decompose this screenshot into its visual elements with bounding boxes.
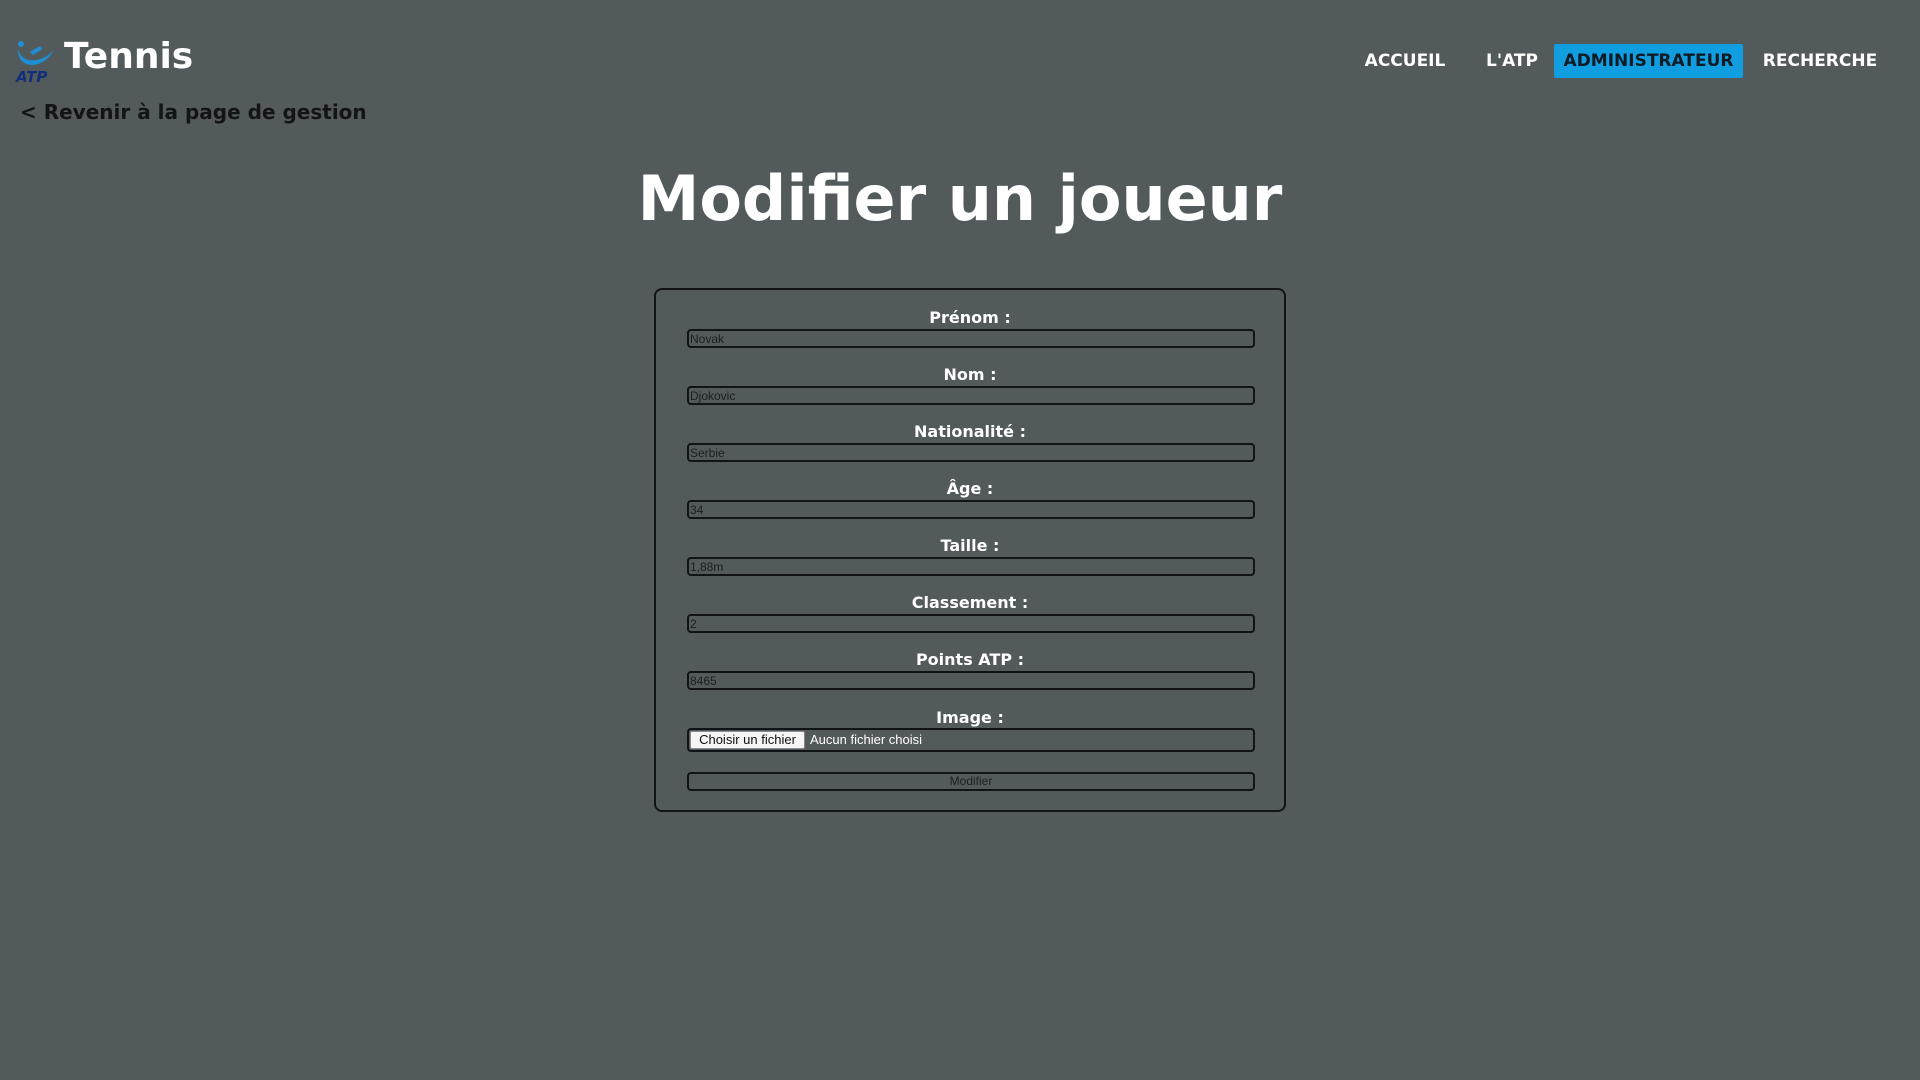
last-name-input[interactable]	[687, 386, 1255, 405]
nav-item-atp[interactable]: L'ATP	[1472, 44, 1552, 78]
nav-item-administrateur[interactable]: ADMINISTRATEUR	[1554, 44, 1743, 78]
height-input[interactable]	[687, 557, 1255, 576]
nav-item-accueil[interactable]: ACCUEIL	[1350, 44, 1460, 78]
nav-item-recherche[interactable]: RECHERCHE	[1755, 44, 1885, 78]
height-label: Taille :	[940, 536, 1000, 555]
atp-points-input[interactable]	[687, 671, 1255, 690]
image-file-input[interactable]: Choisir un fichier Aucun fichier choisi	[687, 728, 1255, 752]
choose-file-button[interactable]: Choisir un fichier	[690, 731, 805, 749]
last-name-label: Nom :	[943, 365, 997, 384]
site-header: ATP Tennis ACCUEIL L'ATP ADMINISTRATEUR …	[0, 0, 1920, 100]
nationality-input[interactable]	[687, 443, 1255, 462]
atp-logo-icon[interactable]: ATP	[14, 38, 58, 84]
age-input[interactable]	[687, 500, 1255, 519]
image-label: Image :	[936, 708, 1004, 727]
edit-player-form: Prénom : Nom : Nationalité : Âge : Taill…	[654, 288, 1286, 812]
brand-title[interactable]: Tennis	[64, 36, 193, 77]
nationality-label: Nationalité :	[914, 422, 1026, 441]
age-label: Âge :	[946, 479, 994, 498]
ranking-input[interactable]	[687, 614, 1255, 633]
back-to-management-link[interactable]: < Revenir à la page de gestion	[20, 100, 367, 124]
file-status-text: Aucun fichier choisi	[810, 732, 922, 747]
first-name-input[interactable]	[687, 329, 1255, 348]
first-name-label: Prénom :	[929, 308, 1011, 327]
page-title: Modifier un joueur	[637, 162, 1283, 235]
atp-points-label: Points ATP :	[915, 650, 1025, 669]
ranking-label: Classement :	[911, 593, 1029, 612]
modify-button[interactable]: Modifier	[687, 772, 1255, 791]
main-nav: ACCUEIL L'ATP ADMINISTRATEUR RECHERCHE	[1340, 44, 1900, 78]
atp-logo-text: ATP	[15, 68, 47, 84]
